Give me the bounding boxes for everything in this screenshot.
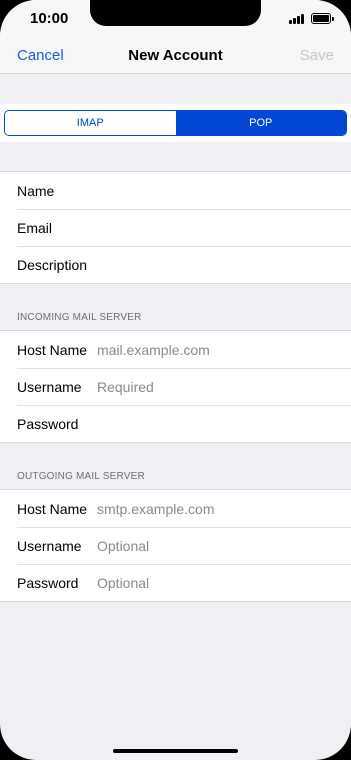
home-indicator[interactable] (113, 749, 238, 753)
incoming-username-field[interactable]: Username Required (0, 368, 351, 405)
segment-imap[interactable]: IMAP (5, 111, 176, 135)
field-placeholder[interactable]: mail.example.com (97, 342, 210, 358)
cellular-signal-icon (289, 14, 307, 24)
field-label: Username (17, 537, 82, 554)
field-placeholder[interactable]: Required (97, 379, 154, 395)
status-time: 10:00 (30, 10, 69, 27)
field-placeholder[interactable]: smtp.example.com (97, 501, 214, 517)
protocol-selector: IMAP POP (0, 104, 351, 142)
incoming-password-field[interactable]: Password (0, 405, 351, 442)
outgoing-section-header: OUTGOING MAIL SERVER (17, 471, 145, 482)
phone-screen: 10:00 Cancel New Account Save IMAP POP N… (0, 0, 351, 760)
save-button[interactable]: Save (300, 47, 334, 64)
incoming-server-group: Host Name mail.example.com Username Requ… (0, 330, 351, 443)
field-label: Description (17, 256, 88, 273)
field-placeholder[interactable]: Optional (97, 575, 149, 591)
incoming-host-name-field[interactable]: Host Name mail.example.com (0, 331, 351, 368)
description-field[interactable]: Description (0, 246, 351, 283)
status-bar: 10:00 (0, 0, 351, 38)
field-label: Password (17, 415, 79, 432)
outgoing-server-group: Host Name smtp.example.com Username Opti… (0, 489, 351, 602)
email-field[interactable]: Email (0, 209, 351, 246)
notch (90, 0, 261, 26)
segment-pop[interactable]: POP (175, 111, 346, 135)
account-info-group: Name Email Description (0, 171, 351, 284)
field-label: Host Name (17, 341, 88, 358)
field-label: Host Name (17, 500, 88, 517)
segmented-control: IMAP POP (4, 110, 347, 136)
outgoing-username-field[interactable]: Username Optional (0, 527, 351, 564)
field-label: Username (17, 378, 82, 395)
outgoing-host-name-field[interactable]: Host Name smtp.example.com (0, 490, 351, 527)
battery-icon (311, 13, 334, 24)
outgoing-password-field[interactable]: Password Optional (0, 564, 351, 601)
field-label: Password (17, 574, 79, 591)
field-placeholder[interactable]: Optional (97, 538, 149, 554)
field-label: Email (17, 219, 53, 236)
incoming-section-header: INCOMING MAIL SERVER (17, 312, 142, 323)
page-title: New Account (128, 47, 223, 64)
field-label: Name (17, 182, 55, 199)
navigation-bar: Cancel New Account Save (0, 38, 351, 74)
name-field[interactable]: Name (0, 172, 351, 209)
